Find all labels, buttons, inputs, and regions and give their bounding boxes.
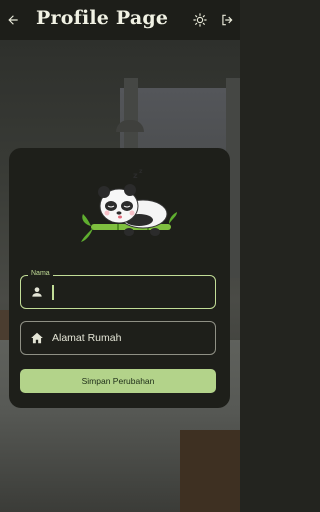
logout-icon (222, 14, 233, 26)
page-title: Profile Page (36, 7, 169, 29)
theme-toggle-button[interactable] (190, 10, 210, 30)
back-button[interactable] (3, 10, 23, 30)
background-bed-frame (180, 430, 240, 512)
profile-card: z z Nama Alamat Rumah Simpan Perubahan (9, 148, 230, 408)
logout-button[interactable] (217, 10, 237, 30)
sun-icon (193, 13, 207, 27)
home-icon (31, 332, 43, 344)
address-field[interactable]: Alamat Rumah (20, 321, 216, 355)
svg-text:z: z (139, 168, 143, 175)
save-changes-button[interactable]: Simpan Perubahan (20, 369, 216, 393)
app-bar: Profile Page (0, 0, 240, 40)
arrow-left-icon (8, 15, 18, 25)
svg-text:z: z (133, 171, 138, 180)
name-field[interactable]: Nama (20, 270, 216, 309)
text-cursor (52, 285, 54, 300)
sleeping-panda-illustration: z z (81, 168, 177, 242)
address-field-placeholder: Alamat Rumah (52, 332, 122, 344)
name-field-label: Nama (28, 270, 53, 277)
person-icon (32, 287, 42, 297)
